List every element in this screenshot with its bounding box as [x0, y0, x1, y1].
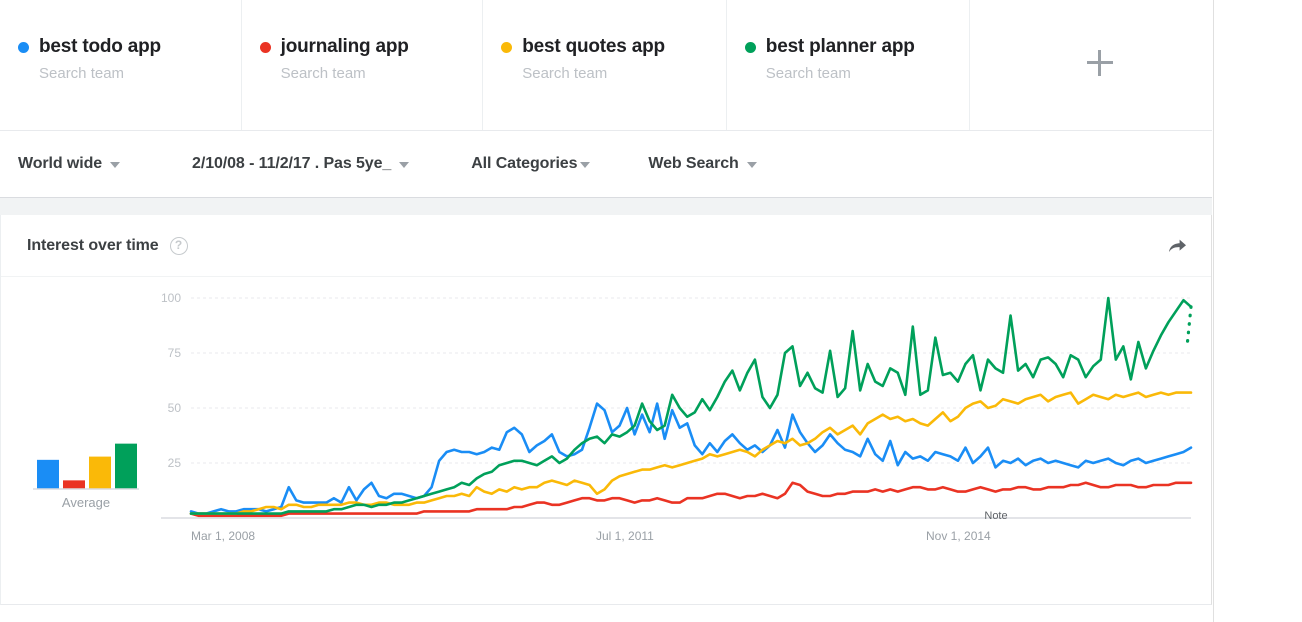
search-term-card-2[interactable]: best quotes app Search team [483, 0, 727, 130]
interest-over-time-line-chart[interactable]: 100 75 50 25 Mar 1, 2008 Jul 1, 2011 Nov 1, 2… [151, 285, 1196, 585]
chevron-down-icon-geo [110, 162, 121, 168]
x-axis-tick-label: Nov 1, 2014 [926, 529, 991, 543]
search-term-sublabel-1: Search team [280, 65, 366, 82]
add-term-cell [970, 0, 1212, 130]
search-term-card-1[interactable]: journaling app Search team [241, 0, 484, 130]
legend-dot-icon-0 [18, 41, 29, 53]
filter-geo[interactable]: World wide [18, 155, 121, 173]
search-term-label-0: best todo app [39, 36, 161, 57]
search-term-sublabel-3: Search team [765, 65, 851, 82]
x-axis-tick-label: Jul 1, 2011 [596, 529, 654, 543]
chart-series-line [189, 391, 1193, 515]
filter-search-type-label: Web Search [648, 155, 739, 172]
search-term-label-3: best planner app [765, 36, 915, 57]
search-term-card-3[interactable]: best planner app Search team [726, 0, 971, 130]
search-term-card-0[interactable]: best todo app Search team [0, 0, 242, 130]
filter-category-label: All Categories [471, 155, 578, 172]
average-bar-chart-label: Average [62, 495, 110, 510]
share-arrow-icon[interactable] [1165, 234, 1189, 258]
filter-bar: World wide 2/10/08 - 11/2/17 . Pas 5ye_ … [0, 131, 1212, 197]
add-term-button[interactable] [1085, 48, 1115, 78]
interest-over-time-card: Interest over time ? Average 100 75 50 25 [0, 215, 1212, 605]
chart-body: Average 100 75 50 25 Mar 1, 2008 Jul 1, 2011… [1, 277, 1211, 604]
chart-series-line [189, 296, 1193, 515]
chart-series-line [189, 481, 1193, 518]
search-term-label-1: journaling app [280, 36, 409, 57]
y-axis-tick-label: 100 [161, 291, 181, 305]
filter-date-range[interactable]: 2/10/08 - 11/2/17 . Pas 5ye_ [192, 155, 410, 173]
y-axis-tick-label: 75 [168, 346, 182, 360]
search-term-header-2: best quotes app [501, 36, 726, 58]
y-axis-tick-label: 50 [168, 401, 182, 415]
search-term-label-2: best quotes app [522, 36, 665, 57]
legend-dot-icon-3 [744, 41, 756, 53]
chart-header: Interest over time ? [1, 215, 1211, 277]
right-gutter [1213, 0, 1302, 622]
google-trends-page: best todo app Search team journaling app… [0, 0, 1302, 622]
chevron-down-icon-search-type [746, 162, 757, 168]
search-term-sublabel-2: Search team [522, 65, 608, 82]
chart-title: Interest over time [27, 236, 159, 254]
average-bar [115, 443, 137, 489]
chevron-down-icon-date [399, 162, 410, 168]
filter-date-label: 2/10/08 - 11/2/17 . Pas 5ye_ [192, 155, 392, 172]
search-term-header-0: best todo app [18, 36, 241, 58]
filter-category[interactable]: All Categories [471, 155, 591, 173]
partial-data-dotted-line [1185, 305, 1193, 349]
section-divider [0, 197, 1212, 215]
search-term-header-1: journaling app [259, 36, 483, 58]
average-bar-chart[interactable]: Average [11, 367, 161, 527]
help-icon[interactable]: ? [169, 236, 188, 255]
chart-note-annotation[interactable]: Note [984, 510, 1007, 522]
filter-search-type[interactable]: Web Search [648, 155, 757, 173]
y-axis-tick-label: 25 [168, 456, 182, 470]
search-term-header-3: best planner app [744, 36, 970, 58]
x-axis-tick-label: Mar 1, 2008 [191, 529, 255, 543]
search-term-sublabel-0: Search team [39, 65, 125, 82]
chevron-down-icon-category [580, 162, 591, 168]
legend-dot-icon-1 [259, 41, 271, 53]
average-bar [37, 459, 59, 489]
average-bar [63, 480, 85, 489]
search-terms-row: best todo app Search team journaling app… [0, 0, 1212, 131]
average-bar [89, 456, 111, 489]
filter-geo-label: World wide [18, 155, 103, 172]
legend-dot-icon-2 [501, 41, 513, 53]
